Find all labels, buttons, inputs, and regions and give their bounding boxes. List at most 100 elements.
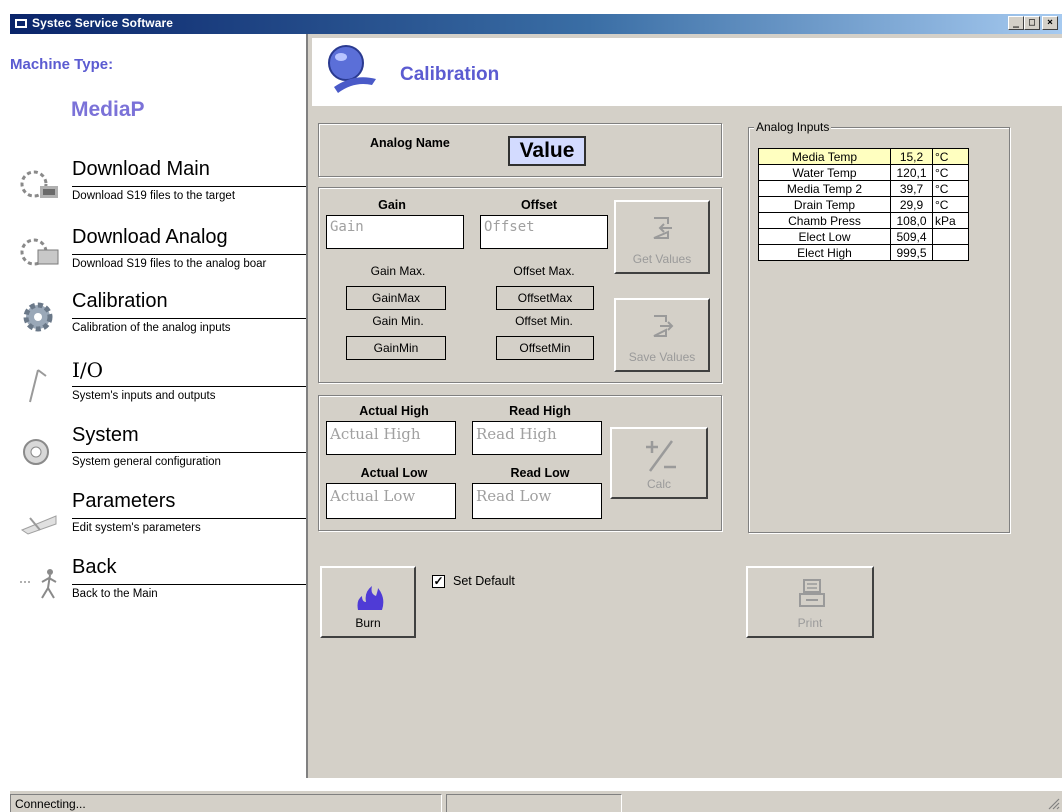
page-title: Calibration (400, 64, 500, 85)
table-row[interactable]: Elect Low 509,4 (758, 228, 969, 245)
analog-input-value: 29,9 (890, 196, 933, 213)
table-row[interactable]: Elect High 999,5 (758, 244, 969, 261)
analog-input-unit: °C (932, 164, 969, 181)
gain-label: Gain (378, 198, 406, 212)
sidebar-item-desc: Download S19 files to the analog boar (72, 258, 267, 270)
title-bar: Systec Service Software _ □ × (0, 0, 1062, 34)
sidebar-item-download-main[interactable]: Download Main Download S19 files to the … (10, 158, 306, 216)
actual-low-input[interactable]: Actual Low (326, 483, 456, 519)
set-default-label: Set Default (453, 574, 515, 588)
calc-button[interactable]: Calc (610, 427, 708, 499)
save-values-button[interactable]: Save Values (614, 298, 710, 372)
calc-label: Calc (646, 477, 671, 491)
save-values-icon (653, 315, 674, 337)
main-panel: Calibration Analog Name Value Gain Offse… (306, 34, 1062, 778)
analog-input-name: Elect High (758, 244, 891, 261)
window-title: Systec Service Software (32, 16, 174, 30)
analog-input-unit: °C (932, 148, 969, 165)
actual-high-label: Actual High (359, 404, 429, 418)
analog-value: Value (508, 136, 586, 166)
status-text: Connecting... (10, 794, 442, 812)
offset-input[interactable]: Offset (480, 215, 608, 249)
analog-inputs-legend: Analog Inputs (754, 120, 832, 134)
actual-high-input[interactable]: Actual High (326, 421, 456, 455)
status-bar: Connecting... (10, 790, 1062, 812)
sidebar-item-title: System (72, 424, 139, 446)
offset-max-value: OffsetMax (496, 286, 594, 310)
read-high-input[interactable]: Read High (472, 421, 602, 455)
analog-input-unit: °C (932, 180, 969, 197)
analog-input-name: Media Temp 2 (758, 180, 891, 197)
get-values-button[interactable]: Get Values (614, 200, 710, 274)
analog-input-unit (932, 228, 969, 245)
sidebar-item-io[interactable]: I/O System's inputs and outputs (10, 358, 306, 416)
print-button[interactable]: Print (746, 566, 874, 638)
sidebar-item-title: Download Main (72, 158, 210, 180)
table-row[interactable]: Media Temp 15,2 °C (758, 148, 969, 165)
back-icon (20, 569, 57, 599)
app-icon (15, 19, 27, 28)
offset-min-value: OffsetMin (496, 336, 594, 360)
sidebar-item-desc: System general configuration (72, 456, 221, 468)
sidebar-item-title: I/O (72, 358, 104, 382)
read-high-label: Read High (509, 404, 571, 418)
set-default-checkbox[interactable]: ✓ (432, 575, 445, 588)
close-button[interactable]: × (1042, 16, 1058, 30)
calibration-icon (328, 45, 376, 93)
resize-grip-icon[interactable] (1046, 796, 1060, 810)
divider (72, 186, 306, 187)
sidebar: Machine Type: MediaP Download Main Downl… (10, 34, 306, 778)
sidebar-item-system[interactable]: System System general configuration (10, 424, 306, 482)
burn-label: Burn (355, 616, 381, 630)
maximize-button[interactable]: □ (1024, 16, 1040, 30)
gear-icon (23, 302, 53, 332)
minimize-button[interactable]: _ (1008, 16, 1024, 30)
title-bar-inner: Systec Service Software _ □ × (10, 14, 1062, 34)
analog-input-value: 120,1 (890, 164, 933, 181)
flame-icon (357, 586, 384, 610)
table-row[interactable]: Drain Temp 29,9 °C (758, 196, 969, 213)
get-values-icon (653, 217, 672, 239)
analog-input-value: 509,4 (890, 228, 933, 245)
offset-max-label: Offset Max. (513, 264, 575, 278)
read-low-label: Read Low (510, 466, 570, 480)
gain-input[interactable]: Gain (326, 215, 464, 249)
get-values-label: Get Values (632, 252, 692, 266)
analog-input-name: Chamb Press (758, 212, 891, 229)
divider (72, 518, 306, 519)
sidebar-item-download-analog[interactable]: Download Analog Download S19 files to th… (10, 226, 306, 284)
analog-input-unit: kPa (932, 212, 969, 229)
table-row[interactable]: Media Temp 2 39,7 °C (758, 180, 969, 197)
table-row[interactable]: Water Temp 120,1 °C (758, 164, 969, 181)
analog-input-value: 999,5 (890, 244, 933, 261)
table-row[interactable]: Chamb Press 108,0 kPa (758, 212, 969, 229)
calibration-header: Calibration (312, 38, 1062, 106)
analog-input-name: Drain Temp (758, 196, 891, 213)
download-icon (20, 170, 58, 198)
analog-input-value: 15,2 (890, 148, 933, 165)
gain-max-value: GainMax (346, 286, 446, 310)
sidebar-item-parameters[interactable]: Parameters Edit system's parameters (10, 490, 306, 548)
sidebar-item-title: Calibration (72, 290, 168, 312)
gain-min-value: GainMin (346, 336, 446, 360)
analog-name-label: Analog Name (370, 136, 450, 150)
divider (72, 452, 306, 453)
analog-input-unit: °C (932, 196, 969, 213)
sidebar-item-title: Back (72, 556, 117, 578)
gain-max-label: Gain Max. (370, 264, 426, 278)
read-low-input[interactable]: Read Low (472, 483, 602, 519)
sidebar-item-desc: System's inputs and outputs (72, 390, 216, 402)
divider (72, 318, 306, 319)
burn-button[interactable]: Burn (320, 566, 416, 638)
divider (72, 584, 306, 585)
plus-minus-icon (646, 440, 676, 472)
analog-input-name: Water Temp (758, 164, 891, 181)
offset-min-label: Offset Min. (515, 314, 573, 328)
sidebar-item-back[interactable]: Back Back to the Main (10, 556, 306, 614)
sidebar-item-calibration[interactable]: Calibration Calibration of the analog in… (10, 290, 306, 348)
download-analog-icon (20, 238, 59, 266)
gain-min-label: Gain Min. (372, 314, 424, 328)
status-pane (446, 794, 622, 812)
analog-input-unit (932, 244, 969, 261)
analog-inputs-table[interactable]: Media Temp 15,2 °C Water Temp 120,1 °C M… (758, 148, 969, 261)
